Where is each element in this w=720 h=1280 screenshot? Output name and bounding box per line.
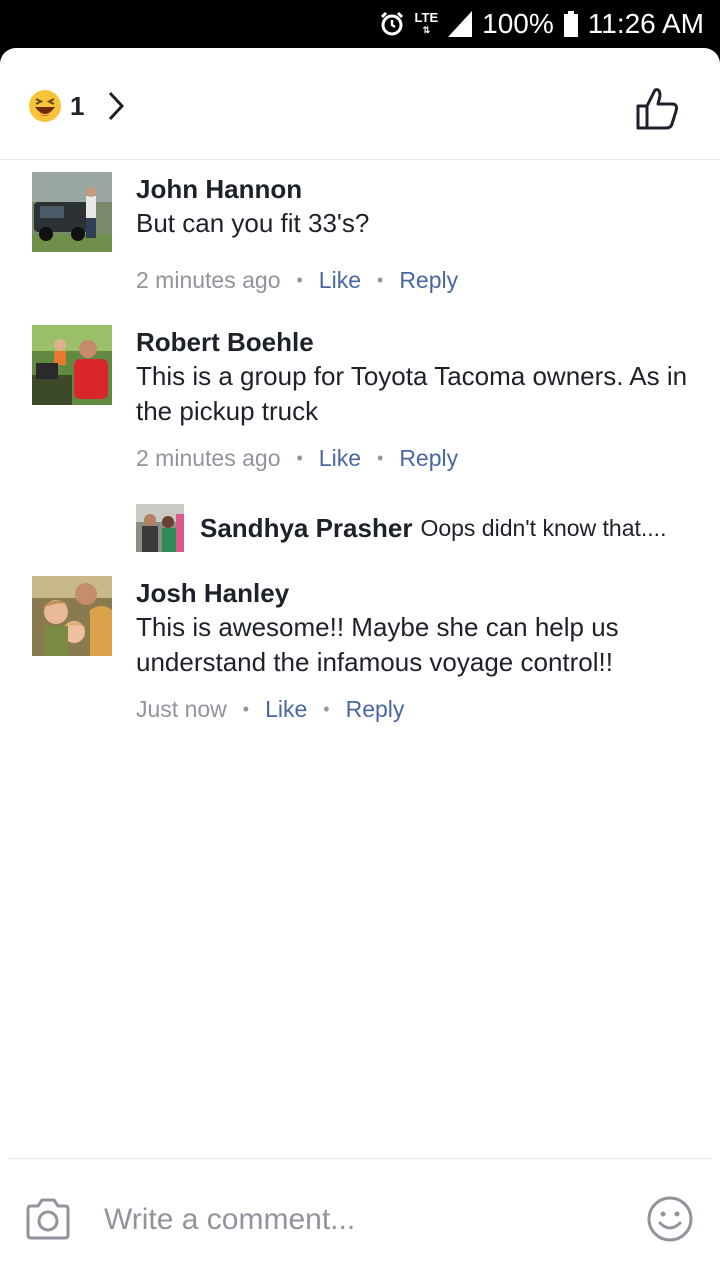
comment-actions: 2 minutes ago • Like • Reply [136, 265, 692, 295]
comment-input[interactable] [104, 1195, 604, 1245]
separator-dot: • [296, 269, 303, 290]
status-bar: LTE ⇅ 100% 11:26 AM [0, 0, 720, 48]
reply-button[interactable]: Reply [399, 445, 458, 472]
comment-time: Just now [136, 695, 227, 722]
battery-percent: 100% [482, 8, 554, 39]
comment-time: 2 minutes ago [136, 266, 281, 293]
comment-text: This is awesome!! Maybe she can help us … [136, 612, 619, 677]
like-button[interactable]: Like [265, 696, 307, 723]
comment-actions: Just now • Like • Reply [136, 694, 692, 724]
comment: Josh Hanley This is awesome!! Maybe she … [32, 576, 692, 726]
comment-author[interactable]: John Hannon [136, 172, 692, 206]
like-button[interactable]: Like [319, 445, 361, 472]
comment-author[interactable]: Josh Hanley [136, 576, 692, 610]
avatar[interactable] [32, 325, 112, 405]
lte-icon: LTE ⇅ [414, 10, 439, 35]
battery-icon [563, 11, 578, 37]
comment-text: But can you fit 33's? [136, 208, 370, 238]
separator-dot: • [296, 447, 303, 468]
avatar[interactable] [32, 576, 112, 656]
like-button[interactable]: Like [319, 267, 361, 294]
comment-composer [8, 1158, 712, 1280]
reply-avatar[interactable] [136, 504, 184, 552]
alarm-icon [380, 11, 403, 36]
comment: Robert Boehle This is a group for Toyota… [32, 325, 692, 475]
comments-sheet: 1 John Hannon But can you fit 33's? 2 mi… [0, 48, 720, 1280]
comment-author[interactable]: Robert Boehle [136, 325, 692, 359]
reply-button[interactable]: Reply [346, 696, 405, 723]
reaction-count: 1 [70, 90, 85, 121]
comment-actions: 2 minutes ago • Like • Reply [136, 443, 692, 473]
camera-icon[interactable] [24, 1195, 72, 1243]
reactions-header: 1 [0, 48, 720, 160]
avatar[interactable] [32, 172, 112, 252]
separator-dot: • [323, 698, 330, 719]
separator-dot: • [242, 698, 250, 719]
reply-author: Sandhya Prasher [200, 512, 413, 543]
clock: 11:26 AM [587, 8, 704, 39]
reply-text: Oops didn't know that.... [420, 514, 667, 541]
emoji-icon[interactable] [646, 1195, 694, 1243]
haha-reaction-icon [29, 90, 61, 122]
thumbs-up-icon[interactable] [634, 84, 682, 132]
comment-text: This is a group for Toyota Tacoma owners… [136, 361, 688, 426]
reply-preview[interactable]: Sandhya Prasher Oops didn't know that...… [136, 504, 696, 552]
comment-time: 2 minutes ago [136, 444, 281, 471]
separator-dot: • [377, 447, 384, 468]
comment: John Hannon But can you fit 33's? 2 minu… [32, 172, 692, 295]
chevron-right-icon [109, 91, 125, 121]
separator-dot: • [377, 269, 384, 290]
reply-button[interactable]: Reply [399, 267, 458, 294]
reaction-summary[interactable]: 1 [28, 88, 128, 124]
signal-icon [448, 11, 473, 37]
